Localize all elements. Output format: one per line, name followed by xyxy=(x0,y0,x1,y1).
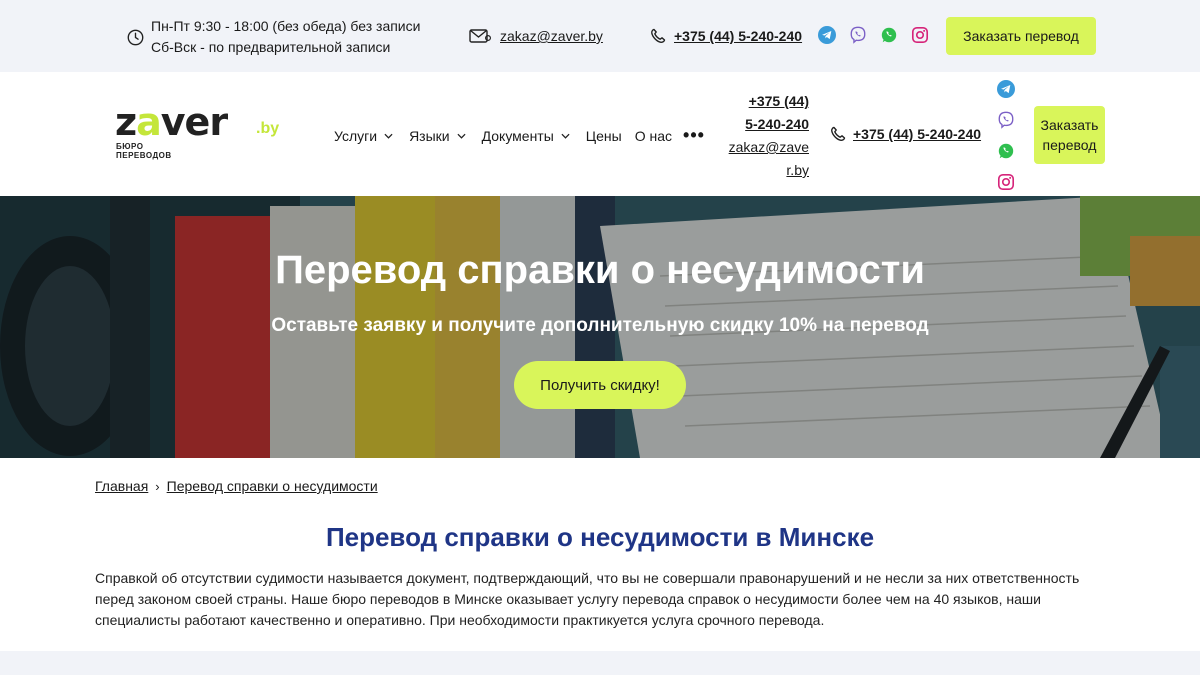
next-section-strip xyxy=(0,651,1200,675)
hero-subtitle: Оставьте заявку и получите дополнительну… xyxy=(271,315,929,336)
instagram-icon[interactable] xyxy=(911,26,929,44)
top-email: zakaz@zaver.by xyxy=(469,28,603,44)
nav-item-documents[interactable]: Документы xyxy=(482,128,570,144)
logo[interactable]: zaver .by БЮРО ПЕРЕВОДОВ xyxy=(115,102,285,166)
header-phone-link-wrapped[interactable]: +375 (44) 5-240-240 xyxy=(727,90,809,136)
clock-icon xyxy=(127,29,144,45)
header-contact-column: +375 (44) 5-240-240 zakaz@zave r.by xyxy=(727,90,809,182)
telegram-icon[interactable] xyxy=(818,26,836,44)
phone-icon xyxy=(651,28,666,44)
header-order-button[interactable]: Заказать перевод xyxy=(1034,106,1105,164)
hero-title: Перевод справки о несудимости xyxy=(275,248,925,292)
get-discount-button[interactable]: Получить скидку! xyxy=(514,361,686,409)
whatsapp-icon[interactable] xyxy=(880,26,898,44)
nav-item-services[interactable]: Услуги xyxy=(334,128,393,144)
breadcrumb-home[interactable]: Главная xyxy=(95,478,148,494)
page-title: Перевод справки о несудимости в Минске xyxy=(325,522,875,552)
whatsapp-icon[interactable] xyxy=(997,142,1015,160)
header-socials xyxy=(997,80,1015,204)
main-nav: Услуги Языки Документы Цены О нас ••• xyxy=(334,125,705,146)
chevron-down-icon xyxy=(561,133,570,139)
phone-link[interactable]: +375 (44) 5-240-240 xyxy=(674,28,802,44)
main-header: zaver .by БЮРО ПЕРЕВОДОВ Услуги Языки До… xyxy=(0,72,1200,196)
intro-paragraph: Справкой об отсутствии судимости называе… xyxy=(95,570,1080,628)
top-socials xyxy=(818,26,942,44)
nav-item-languages[interactable]: Языки xyxy=(409,128,466,144)
hours-weekdays: Пн-Пт 9:30 - 18:00 (без обеда) без запис… xyxy=(151,18,421,34)
working-hours: Пн-Пт 9:30 - 18:00 (без обеда) без запис… xyxy=(127,16,420,58)
top-phone: +375 (44) 5-240-240 xyxy=(650,28,802,44)
hours-weekend: Сб-Вск - по предварительной записи xyxy=(151,39,391,55)
chevron-down-icon xyxy=(384,133,393,139)
viber-icon[interactable] xyxy=(997,111,1015,129)
header-phone: +375 (44) 5-240-240 xyxy=(830,126,981,142)
logo-tld: .by xyxy=(256,120,280,137)
top-bar: Пн-Пт 9:30 - 18:00 (без обеда) без запис… xyxy=(0,0,1200,72)
nav-item-prices[interactable]: Цены xyxy=(586,128,622,144)
breadcrumb-separator: › xyxy=(155,478,160,494)
header-phone-link[interactable]: +375 (44) 5-240-240 xyxy=(853,126,981,142)
nav-more-button[interactable]: ••• xyxy=(683,125,705,146)
hero-banner: Перевод справки о несудимости Оставьте з… xyxy=(0,196,1200,458)
chevron-down-icon xyxy=(457,133,466,139)
telegram-icon[interactable] xyxy=(997,80,1015,98)
breadcrumb-current[interactable]: Перевод справки о несудимости xyxy=(167,478,378,494)
logo-tagline: БЮРО ПЕРЕВОДОВ xyxy=(116,142,172,160)
phone-icon xyxy=(831,126,846,142)
email-link[interactable]: zakaz@zaver.by xyxy=(500,28,603,44)
order-translation-button[interactable]: Заказать перевод xyxy=(946,17,1096,55)
breadcrumb: Главная › Перевод справки о несудимости xyxy=(95,478,378,494)
nav-item-about[interactable]: О нас xyxy=(635,128,672,144)
viber-icon[interactable] xyxy=(849,26,867,44)
header-email-link-wrapped[interactable]: zakaz@zave r.by xyxy=(727,136,809,182)
instagram-icon[interactable] xyxy=(997,173,1015,191)
mail-icon xyxy=(469,29,491,43)
